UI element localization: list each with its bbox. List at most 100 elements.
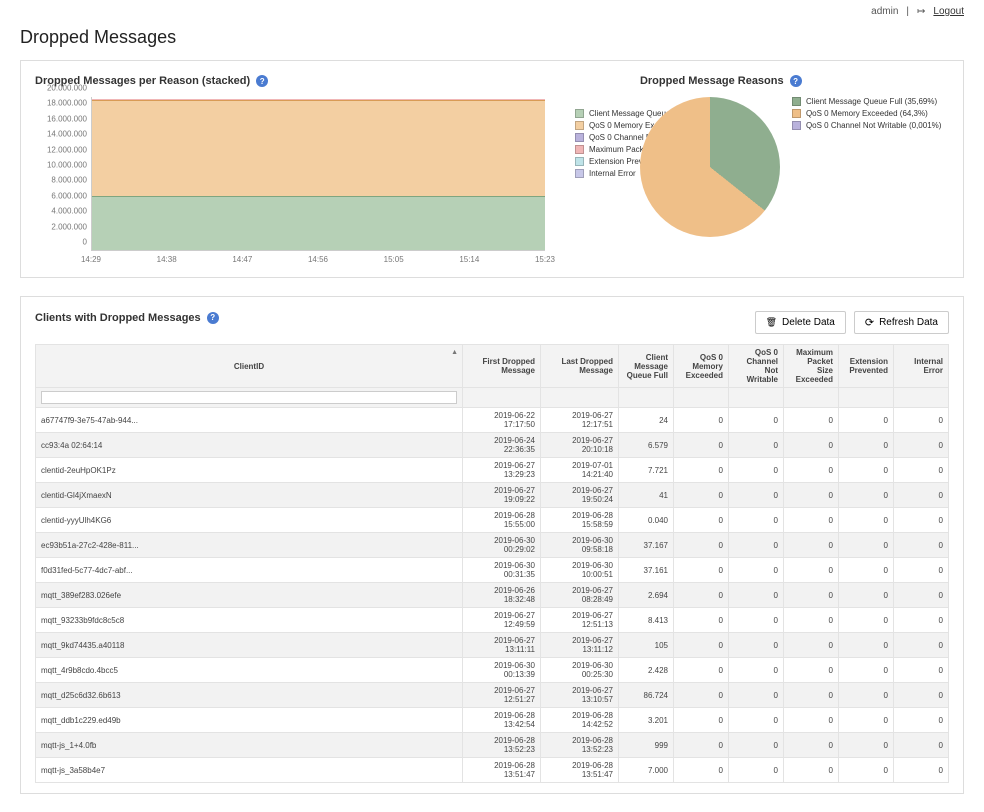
table-row[interactable]: clentid-yyyUlh4KG62019-06-28 15:55:00201… xyxy=(36,508,949,533)
y-tick: 4.000.000 xyxy=(51,207,87,216)
logout-icon xyxy=(917,6,925,17)
cell-err: 0 xyxy=(894,583,949,608)
col-mem[interactable]: QoS 0 Memory Exceeded xyxy=(674,345,729,388)
cell-mem: 0 xyxy=(674,708,729,733)
cell-pkt: 0 xyxy=(784,608,839,633)
table-row[interactable]: clentid-2euHpOK1Pz2019-06-27 13:29:23201… xyxy=(36,458,949,483)
cell-queue: 37.161 xyxy=(619,558,674,583)
col-last[interactable]: Last Dropped Message xyxy=(541,345,619,388)
cell-last: 2019-06-30 00:25:30 xyxy=(541,658,619,683)
cell-ext: 0 xyxy=(839,608,894,633)
cell-err: 0 xyxy=(894,558,949,583)
table-row[interactable]: mqtt-js_3a58b4e72019-06-28 13:51:472019-… xyxy=(36,758,949,783)
cell-clientid: mqtt_93233b9fdc8c5c8 xyxy=(36,608,463,633)
pie-chart[interactable] xyxy=(640,97,780,237)
pie-chart-section: Dropped Message Reasons ? Client Message… xyxy=(640,75,969,267)
x-tick: 15:14 xyxy=(459,255,479,264)
cell-chan: 0 xyxy=(729,458,784,483)
table-row[interactable]: cc93:4a 02:64:142019-06-24 22:36:352019-… xyxy=(36,433,949,458)
table-row[interactable]: mqtt_ddb1c229.ed49b2019-06-28 13:42:5420… xyxy=(36,708,949,733)
table-row[interactable]: clentid-Gl4jXmaexN2019-06-27 19:09:22201… xyxy=(36,483,949,508)
cell-pkt: 0 xyxy=(784,508,839,533)
cell-clientid: a67747f9-3e75-47ab-944... xyxy=(36,408,463,433)
cell-clientid: clentid-2euHpOK1Pz xyxy=(36,458,463,483)
col-pkt[interactable]: Maximum Packet Size Exceeded xyxy=(784,345,839,388)
cell-mem: 0 xyxy=(674,733,729,758)
cell-last: 2019-06-28 13:52:23 xyxy=(541,733,619,758)
help-icon[interactable]: ? xyxy=(207,312,219,324)
table-row[interactable]: mqtt_d25c6d32.6b6132019-06-27 12:51:2720… xyxy=(36,683,949,708)
cell-err: 0 xyxy=(894,708,949,733)
cell-clientid: f0d31fed-5c77-4dc7-abf... xyxy=(36,558,463,583)
cell-clientid: mqtt_9kd74435.a40118 xyxy=(36,633,463,658)
table-row[interactable]: a67747f9-3e75-47ab-944...2019-06-22 17:1… xyxy=(36,408,949,433)
cell-chan: 0 xyxy=(729,758,784,783)
cell-last: 2019-06-28 14:42:52 xyxy=(541,708,619,733)
cell-queue: 7.721 xyxy=(619,458,674,483)
cell-ext: 0 xyxy=(839,633,894,658)
cell-last: 2019-06-27 20:10:18 xyxy=(541,433,619,458)
col-chan[interactable]: QoS 0 Channel Not Writable xyxy=(729,345,784,388)
x-tick: 14:47 xyxy=(232,255,252,264)
cell-ext: 0 xyxy=(839,533,894,558)
col-first[interactable]: First Dropped Message xyxy=(463,345,541,388)
cell-mem: 0 xyxy=(674,608,729,633)
logout-link[interactable]: Logout xyxy=(933,6,964,17)
topbar: admin | Logout xyxy=(0,0,984,23)
table-row[interactable]: mqtt_389ef283.026efe2019-06-26 18:32:482… xyxy=(36,583,949,608)
cell-first: 2019-06-30 00:31:35 xyxy=(463,558,541,583)
table-row[interactable]: mqtt_4r9b8cdo.4bcc52019-06-30 00:13:3920… xyxy=(36,658,949,683)
cell-ext: 0 xyxy=(839,408,894,433)
cell-clientid: mqtt_4r9b8cdo.4bcc5 xyxy=(36,658,463,683)
refresh-data-button[interactable]: Refresh Data xyxy=(854,311,949,334)
table-row[interactable]: f0d31fed-5c77-4dc7-abf...2019-06-30 00:3… xyxy=(36,558,949,583)
cell-chan: 0 xyxy=(729,633,784,658)
y-tick: 2.000.000 xyxy=(51,222,87,231)
clientid-filter-input[interactable] xyxy=(41,391,457,404)
y-tick: 18.000.000 xyxy=(47,99,87,108)
cell-mem: 0 xyxy=(674,408,729,433)
table-row[interactable]: ec93b51a-27c2-428e-811...2019-06-30 00:2… xyxy=(36,533,949,558)
x-tick: 15:05 xyxy=(384,255,404,264)
help-icon[interactable]: ? xyxy=(256,75,268,87)
cell-err: 0 xyxy=(894,408,949,433)
col-clientid[interactable]: ClientID▲ xyxy=(36,345,463,388)
cell-last: 2019-06-30 10:00:51 xyxy=(541,558,619,583)
cell-queue: 999 xyxy=(619,733,674,758)
cell-first: 2019-06-27 12:49:59 xyxy=(463,608,541,633)
cell-first: 2019-06-30 00:13:39 xyxy=(463,658,541,683)
clients-title: Clients with Dropped Messages xyxy=(35,312,201,324)
cell-first: 2019-06-28 13:42:54 xyxy=(463,708,541,733)
cell-pkt: 0 xyxy=(784,433,839,458)
cell-first: 2019-06-27 19:09:22 xyxy=(463,483,541,508)
cell-last: 2019-06-27 12:17:51 xyxy=(541,408,619,433)
cell-ext: 0 xyxy=(839,583,894,608)
cell-mem: 0 xyxy=(674,683,729,708)
cell-chan: 0 xyxy=(729,408,784,433)
cell-err: 0 xyxy=(894,533,949,558)
cell-pkt: 0 xyxy=(784,708,839,733)
col-queue[interactable]: Client Message Queue Full xyxy=(619,345,674,388)
cell-pkt: 0 xyxy=(784,458,839,483)
col-ext[interactable]: Extension Prevented xyxy=(839,345,894,388)
cell-last: 2019-06-27 19:50:24 xyxy=(541,483,619,508)
pie-chart-title: Dropped Message Reasons xyxy=(640,75,784,87)
cell-mem: 0 xyxy=(674,508,729,533)
table-row[interactable]: mqtt-js_1+4.0fb2019-06-28 13:52:232019-0… xyxy=(36,733,949,758)
cell-chan: 0 xyxy=(729,658,784,683)
cell-pkt: 0 xyxy=(784,558,839,583)
delete-data-button[interactable]: Delete Data xyxy=(755,311,846,334)
cell-chan: 0 xyxy=(729,483,784,508)
cell-ext: 0 xyxy=(839,508,894,533)
y-tick: 12.000.000 xyxy=(47,145,87,154)
col-err[interactable]: Internal Error xyxy=(894,345,949,388)
help-icon[interactable]: ? xyxy=(790,75,802,87)
cell-err: 0 xyxy=(894,683,949,708)
table-row[interactable]: mqtt_93233b9fdc8c5c82019-06-27 12:49:592… xyxy=(36,608,949,633)
table-row[interactable]: mqtt_9kd74435.a401182019-06-27 13:11:112… xyxy=(36,633,949,658)
stacked-area-chart[interactable]: 02.000.0004.000.0006.000.0008.000.00010.… xyxy=(35,97,545,267)
cell-queue: 2.694 xyxy=(619,583,674,608)
cell-queue: 7.000 xyxy=(619,758,674,783)
cell-chan: 0 xyxy=(729,533,784,558)
cell-chan: 0 xyxy=(729,608,784,633)
